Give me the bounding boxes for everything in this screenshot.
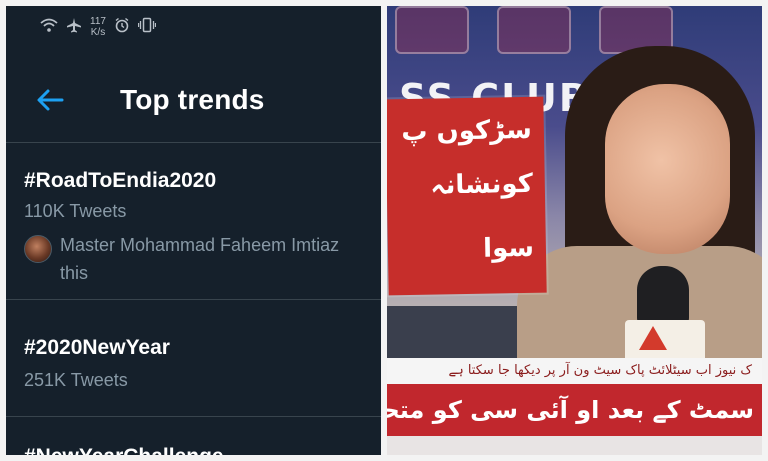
alarm-icon (114, 17, 130, 37)
arrow-left-icon (36, 88, 64, 117)
placard-line: کونشانہ (430, 168, 534, 201)
trend-name: #NewYearChallenge (24, 445, 224, 455)
trend-name: #2020NewYear (24, 336, 170, 359)
status-icons: 117 K/s (40, 16, 157, 38)
trend-context-text: Master Mohammad Faheem Imtiaz (60, 235, 340, 255)
placard-line: سڑکوں پ (401, 114, 533, 148)
microphone-head (637, 266, 689, 326)
collage: 117 K/s Top trends #RoadToEndia2020 110K… (0, 0, 768, 461)
vibrate-icon (137, 17, 157, 37)
trend-tweet-count: 251K Tweets (24, 370, 128, 390)
trend-context: Master Mohammad Faheem Imtiaz this (24, 231, 381, 283)
status-bar: 117 K/s (6, 6, 381, 50)
trend-name: #RoadToEndia2020 (24, 169, 217, 192)
app-header: Top trends (6, 68, 381, 140)
placard-line: سوا (482, 232, 535, 264)
backdrop-logo (395, 6, 469, 54)
trend-tweet-count: 110K Tweets (24, 201, 127, 221)
microphone-flag (625, 320, 705, 362)
trends-screen: 117 K/s Top trends #RoadToEndia2020 110K… (6, 6, 381, 455)
channel-logo-icon (639, 326, 667, 350)
page-title: Top trends (120, 84, 265, 115)
network-speed-value: 117 (90, 16, 106, 27)
news-ticker-secondary: ک نیوز اب سیٹلائٹ پاک سیٹ ون آر پر دیکھا… (387, 358, 762, 384)
avatar (24, 235, 52, 263)
protest-placard: سڑکوں پ کونشانہ سوا (387, 96, 547, 296)
back-button[interactable] (34, 86, 66, 118)
network-speed-unit: K/s (90, 27, 106, 38)
trend-item[interactable]: #2020NewYear 251K Tweets (6, 300, 381, 416)
ticker-footer (387, 436, 762, 455)
airplane-icon (66, 17, 82, 37)
network-speed: 117 K/s (90, 16, 106, 38)
news-photo: SS CLUB سڑکوں پ کونشانہ سوا ک نیوز اب سی… (387, 6, 762, 455)
news-ticker-headline: سمٹ کے بعد او آئی سی کو متحرک کرنے کا فی… (387, 384, 762, 436)
speaker-face (605, 84, 730, 254)
trend-item[interactable]: #RoadToEndia2020 110K Tweets Master Moha… (6, 143, 381, 301)
trend-item[interactable]: #NewYearChallenge (6, 417, 381, 455)
trend-context-text-continued: this (60, 263, 89, 283)
wifi-icon (40, 18, 58, 36)
